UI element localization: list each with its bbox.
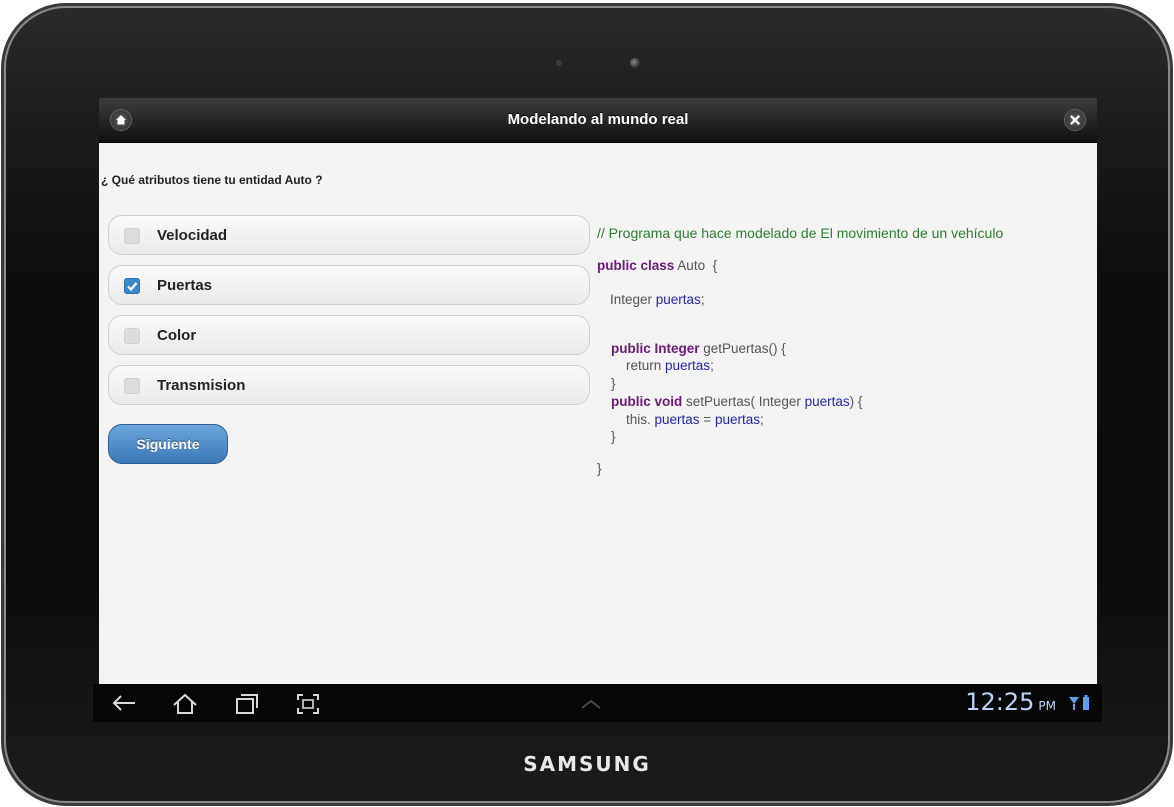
code-panel: // Programa que hace modelado de El movi… <box>99 98 1097 722</box>
code-brace: } <box>611 429 616 444</box>
app-screen: Modelando al mundo real ¿ Qué atributos … <box>99 98 1097 722</box>
code-setter-line: public void setPuertas( Integer puertas)… <box>611 394 862 409</box>
code-keyword: public class <box>597 258 675 273</box>
clock-time: 12:25 <box>965 688 1035 716</box>
code-text: ; <box>700 292 705 307</box>
code-field-line: Integer puertas; <box>610 292 705 307</box>
code-variable: puertas <box>654 412 700 427</box>
code-variable: puertas <box>655 292 701 307</box>
code-getter-line: public Integer getPuertas() { <box>611 341 786 356</box>
status-clock: 12:25 PM <box>965 688 1056 716</box>
code-brace: } <box>611 376 616 391</box>
code-class-close: } <box>597 461 602 476</box>
clock-ampm: PM <box>1038 699 1056 713</box>
code-keyword: public Integer <box>611 341 700 356</box>
back-icon[interactable] <box>111 692 137 714</box>
screenshot-icon[interactable] <box>295 692 321 716</box>
code-keyword: public void <box>611 394 683 409</box>
code-class-line: public class Auto { <box>597 258 717 273</box>
code-return-line: return puertas; <box>626 358 714 373</box>
code-text: this. <box>626 412 655 427</box>
code-text: setPuertas( Integer <box>682 394 805 409</box>
code-variable: puertas <box>714 412 760 427</box>
code-text: Auto { <box>674 258 718 273</box>
recent-apps-icon[interactable] <box>233 692 259 716</box>
code-variable: puertas <box>665 358 711 373</box>
chevron-up-icon[interactable] <box>580 698 602 710</box>
code-variable: puertas <box>804 394 850 409</box>
front-camera <box>630 58 640 68</box>
home-nav-icon[interactable] <box>171 692 199 716</box>
wifi-battery-icon <box>1069 695 1089 710</box>
code-text: return <box>626 358 666 373</box>
code-text: ) { <box>849 394 863 409</box>
code-text: ; <box>710 358 714 373</box>
light-sensor <box>556 60 562 66</box>
code-comment: // Programa que hace modelado de El movi… <box>597 225 1004 241</box>
code-text: = <box>699 412 715 427</box>
code-text: getPuertas() { <box>699 341 786 356</box>
system-nav-bar: 12:25 PM <box>93 684 1102 722</box>
code-text: ; <box>759 412 764 427</box>
brand-logo: SAMSUNG <box>523 752 651 776</box>
code-assign-line: this. puertas = puertas; <box>626 412 764 427</box>
code-text: Integer <box>610 292 656 307</box>
